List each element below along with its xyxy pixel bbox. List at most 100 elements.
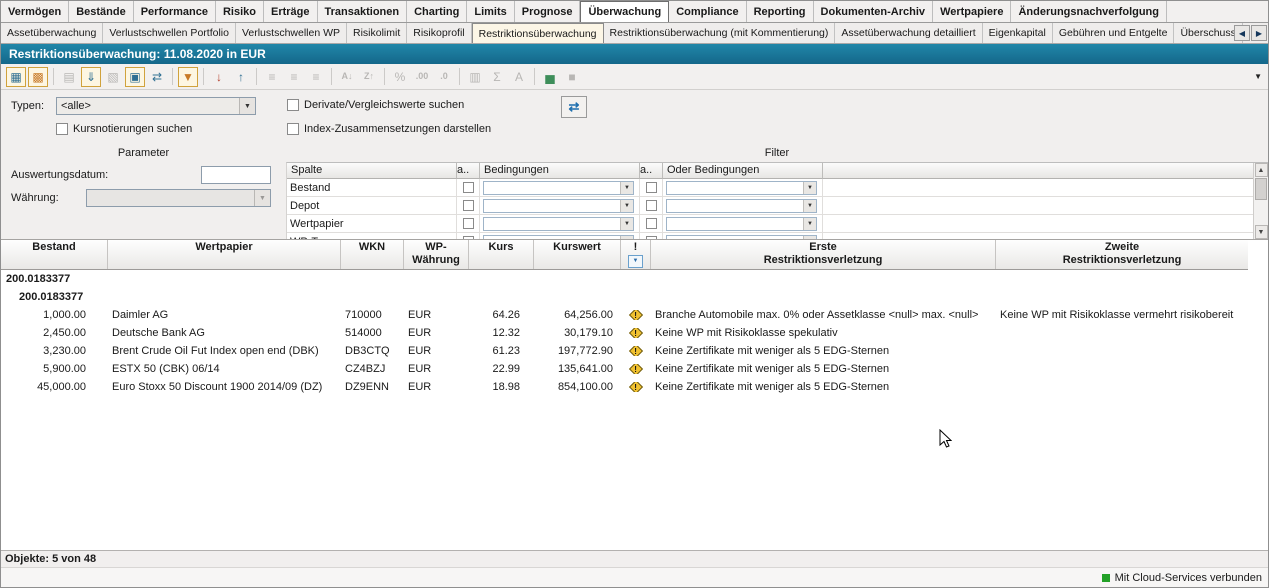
index-zusammensetzungen-checkbox[interactable] <box>287 123 299 135</box>
remove-decimal-icon[interactable]: .0 <box>434 67 454 87</box>
sort-za-icon[interactable]: Z↑ <box>359 67 379 87</box>
menu-item-ertraege[interactable]: Erträge <box>264 1 318 22</box>
menu-item-performance[interactable]: Performance <box>134 1 216 22</box>
col-header-zweite-restriktionsverletzung[interactable]: Zweite Restriktionsverletzung <box>996 240 1248 269</box>
subtab-assetueberwachung-detailliert[interactable]: Assetüberwachung detailliert <box>835 23 982 43</box>
col-header-wertpapier[interactable]: Wertpapier <box>108 240 341 269</box>
menu-item-bestaende[interactable]: Bestände <box>69 1 134 22</box>
col-header-kurs[interactable]: Kurs <box>469 240 534 269</box>
col-header-wkn[interactable]: WKN <box>341 240 404 269</box>
clipboard-icon[interactable]: ▧ <box>103 67 123 87</box>
group-row[interactable]: 200.0183377 <box>1 288 1248 306</box>
align-center-icon[interactable]: ≡ <box>284 67 304 87</box>
copy-icon[interactable]: ▤ <box>59 67 79 87</box>
align-left-icon[interactable]: ≡ <box>262 67 282 87</box>
filter-icon[interactable]: ▼ <box>178 67 198 87</box>
subtab-risikolimit[interactable]: Risikolimit <box>347 23 407 43</box>
menu-item-charting[interactable]: Charting <box>407 1 467 22</box>
sort-asc-icon[interactable]: ↑ <box>231 67 251 87</box>
export-table-icon[interactable]: ▦ <box>6 67 26 87</box>
und-checkbox[interactable] <box>463 218 474 229</box>
col-header-bestand[interactable]: Bestand <box>1 240 108 269</box>
bedingungen-combo[interactable]: ▼ <box>483 199 634 213</box>
derivate-checkbox[interactable] <box>287 99 299 111</box>
scrollbar-thumb[interactable] <box>1255 178 1267 200</box>
menu-item-compliance[interactable]: Compliance <box>669 1 746 22</box>
subtab-restriktionsueberwachung-kommentierung[interactable]: Restriktionsüberwachung (mit Kommentieru… <box>604 23 836 43</box>
chart-filter-icon[interactable]: ▩ <box>28 67 48 87</box>
group-row[interactable]: 200.0183377 <box>1 270 1248 288</box>
column-filter-button[interactable]: ▼ <box>628 255 643 268</box>
oder-bedingungen-combo[interactable]: ▼ <box>666 181 817 195</box>
menu-item-reporting[interactable]: Reporting <box>747 1 814 22</box>
freeze-columns-icon[interactable]: ▥ <box>465 67 485 87</box>
sort-az-icon[interactable]: A↓ <box>337 67 357 87</box>
percent-icon[interactable]: % <box>390 67 410 87</box>
und-checkbox[interactable] <box>463 182 474 193</box>
refresh-icon[interactable]: ⇄ <box>147 67 167 87</box>
table-body: 200.0183377 200.0183377 1,000.00 Daimler… <box>1 270 1248 550</box>
subtab-restriktionsueberwachung[interactable]: Restriktionsüberwachung <box>472 23 604 43</box>
subtab-risikoprofil[interactable]: Risikoprofil <box>407 23 471 43</box>
export-down-icon[interactable]: ⇓ <box>81 67 101 87</box>
kursnotierungen-checkbox[interactable] <box>56 123 68 135</box>
waehrung-row: Währung: ▼ <box>11 188 271 208</box>
filter-grid-header: Spalte a.. Bedingungen a.. Oder Bedingun… <box>287 163 1253 179</box>
und-checkbox[interactable] <box>646 218 657 229</box>
add-decimal-icon[interactable]: .00 <box>412 67 432 87</box>
filter-header: Filter <box>286 145 1268 162</box>
chevron-down-icon[interactable]: ▼ <box>239 98 255 114</box>
subtab-verlustschwellen-wp[interactable]: Verlustschwellen WP <box>236 23 347 43</box>
menu-item-limits[interactable]: Limits <box>467 1 514 22</box>
chart-icon[interactable]: ▅ <box>540 67 560 87</box>
col-header-oder-bedingungen: Oder Bedingungen <box>663 163 823 179</box>
col-header-wp-waehrung[interactable]: WP- Währung <box>404 240 469 269</box>
auswertungsdatum-input[interactable] <box>201 166 271 184</box>
sort-desc-icon[interactable]: ↓ <box>209 67 229 87</box>
scroll-up-icon[interactable]: ▲ <box>1255 163 1268 177</box>
oder-bedingungen-combo[interactable]: ▼ <box>666 217 817 231</box>
waehrung-select[interactable]: ▼ <box>86 189 271 207</box>
font-icon[interactable]: A <box>509 67 529 87</box>
stop-icon[interactable]: ■ <box>562 67 582 87</box>
table-row[interactable]: 2,450.00 Deutsche Bank AG 514000 EUR 12.… <box>1 324 1248 342</box>
col-header-warnung[interactable]: ! ▼ <box>621 240 651 269</box>
sum-icon[interactable]: Σ <box>487 67 507 87</box>
menu-item-transaktionen[interactable]: Transaktionen <box>318 1 408 22</box>
col-header-bedingungen: Bedingungen <box>480 163 640 179</box>
typen-label: Typen: <box>11 100 44 112</box>
typen-select[interactable]: <alle> ▼ <box>56 97 256 115</box>
subtab-eigenkapital[interactable]: Eigenkapital <box>983 23 1053 43</box>
und-checkbox[interactable] <box>463 200 474 211</box>
bedingungen-combo[interactable]: ▼ <box>483 217 634 231</box>
align-right-icon[interactable]: ≡ <box>306 67 326 87</box>
und-checkbox[interactable] <box>646 200 657 211</box>
calendar-icon[interactable]: ▣ <box>125 67 145 87</box>
menu-item-ueberwachung[interactable]: Überwachung <box>580 1 669 22</box>
menu-item-dokumenten-archiv[interactable]: Dokumenten-Archiv <box>814 1 934 22</box>
table-row[interactable]: 45,000.00 Euro Stoxx 50 Discount 1900 20… <box>1 378 1248 396</box>
menu-item-risiko[interactable]: Risiko <box>216 1 264 22</box>
toolbar-overflow-button[interactable]: ▼ <box>1254 72 1262 81</box>
scroll-down-icon[interactable]: ▼ <box>1255 225 1268 239</box>
subtab-verlustschwellen-portfolio[interactable]: Verlustschwellen Portfolio <box>103 23 236 43</box>
table-row[interactable]: 3,230.00 Brent Crude Oil Fut Index open … <box>1 342 1248 360</box>
table-row[interactable]: 5,900.00 ESTX 50 (CBK) 06/14 CZ4BZJ EUR … <box>1 360 1248 378</box>
scroll-left-icon[interactable]: ◀ <box>1234 25 1250 41</box>
subtab-gebuehren-und-entgelte[interactable]: Gebühren und Entgelte <box>1053 23 1175 43</box>
subtab-ueberschuss[interactable]: Überschuss <box>1174 23 1242 43</box>
menu-item-vermoegen[interactable]: Vermögen <box>1 1 69 22</box>
col-header-kurswert[interactable]: Kurswert <box>534 240 621 269</box>
search-refresh-button[interactable]: ⇄ <box>561 96 587 118</box>
und-checkbox[interactable] <box>646 182 657 193</box>
scroll-right-icon[interactable]: ▶ <box>1251 25 1267 41</box>
table-row[interactable]: 1,000.00 Daimler AG 710000 EUR 64.26 64,… <box>1 306 1248 324</box>
menu-item-wertpapiere[interactable]: Wertpapiere <box>933 1 1011 22</box>
subtab-assetueberwachung[interactable]: Assetüberwachung <box>1 23 103 43</box>
menu-item-prognose[interactable]: Prognose <box>515 1 581 22</box>
bedingungen-combo[interactable]: ▼ <box>483 181 634 195</box>
app-window: Vermögen Bestände Performance Risiko Ert… <box>0 0 1269 588</box>
menu-item-aenderungsnachverfolgung[interactable]: Änderungsnachverfolgung <box>1011 1 1167 22</box>
oder-bedingungen-combo[interactable]: ▼ <box>666 199 817 213</box>
col-header-erste-restriktionsverletzung[interactable]: Erste Restriktionsverletzung <box>651 240 996 269</box>
